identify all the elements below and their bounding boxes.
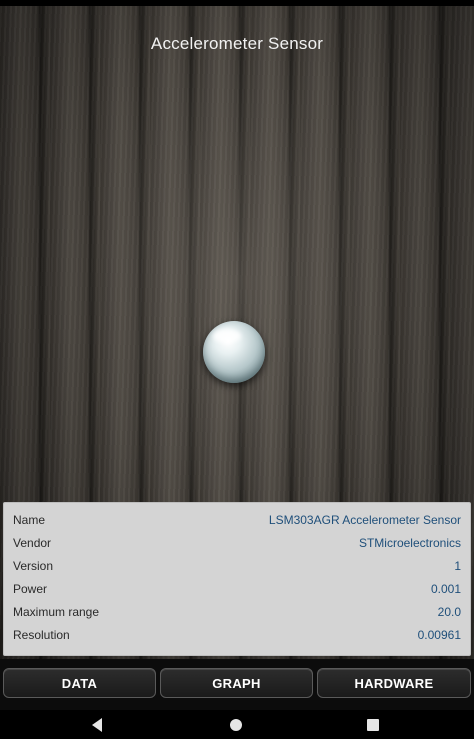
app-title: Accelerometer Sensor (150, 34, 324, 53)
recents-square-icon (367, 719, 379, 731)
info-row-version: Version 1 (4, 554, 470, 577)
info-label-resolution: Resolution (13, 627, 70, 642)
home-circle-icon (230, 719, 242, 731)
info-value-vendor: STMicroelectronics (358, 535, 461, 550)
info-value-version: 1 (454, 558, 461, 573)
info-label-version: Version (13, 558, 54, 573)
info-row-resolution: Resolution 0.00961 (4, 623, 470, 646)
info-value-maximum-range: 20.0 (437, 604, 461, 619)
back-triangle-icon (92, 718, 102, 732)
home-button[interactable] (225, 714, 247, 736)
info-value-resolution: 0.00961 (417, 627, 461, 642)
info-row-maximum-range: Maximum range 20.0 (4, 600, 470, 623)
system-navigation-bar (0, 710, 474, 739)
info-label-power: Power (13, 581, 48, 596)
tab-hardware[interactable]: HARDWARE (317, 668, 471, 698)
info-label-maximum-range: Maximum range (13, 604, 100, 619)
tab-data[interactable]: DATA (3, 668, 156, 698)
info-label-vendor: Vendor (13, 535, 52, 550)
sensor-info-panel: Name LSM303AGR Accelerometer Sensor Vend… (3, 502, 471, 656)
info-value-power: 0.001 (430, 581, 461, 596)
info-label-name: Name (13, 512, 46, 527)
info-row-vendor: Vendor STMicroelectronics (4, 531, 470, 554)
recents-button[interactable] (362, 714, 384, 736)
info-row-name: Name LSM303AGR Accelerometer Sensor (4, 508, 470, 531)
back-button[interactable] (86, 714, 108, 736)
info-row-power: Power 0.001 (4, 577, 470, 600)
bottom-tab-bar: DATA GRAPH HARDWARE (0, 659, 474, 710)
info-value-name: LSM303AGR Accelerometer Sensor (268, 512, 461, 527)
tab-graph[interactable]: GRAPH (160, 668, 313, 698)
level-ball (203, 321, 265, 383)
